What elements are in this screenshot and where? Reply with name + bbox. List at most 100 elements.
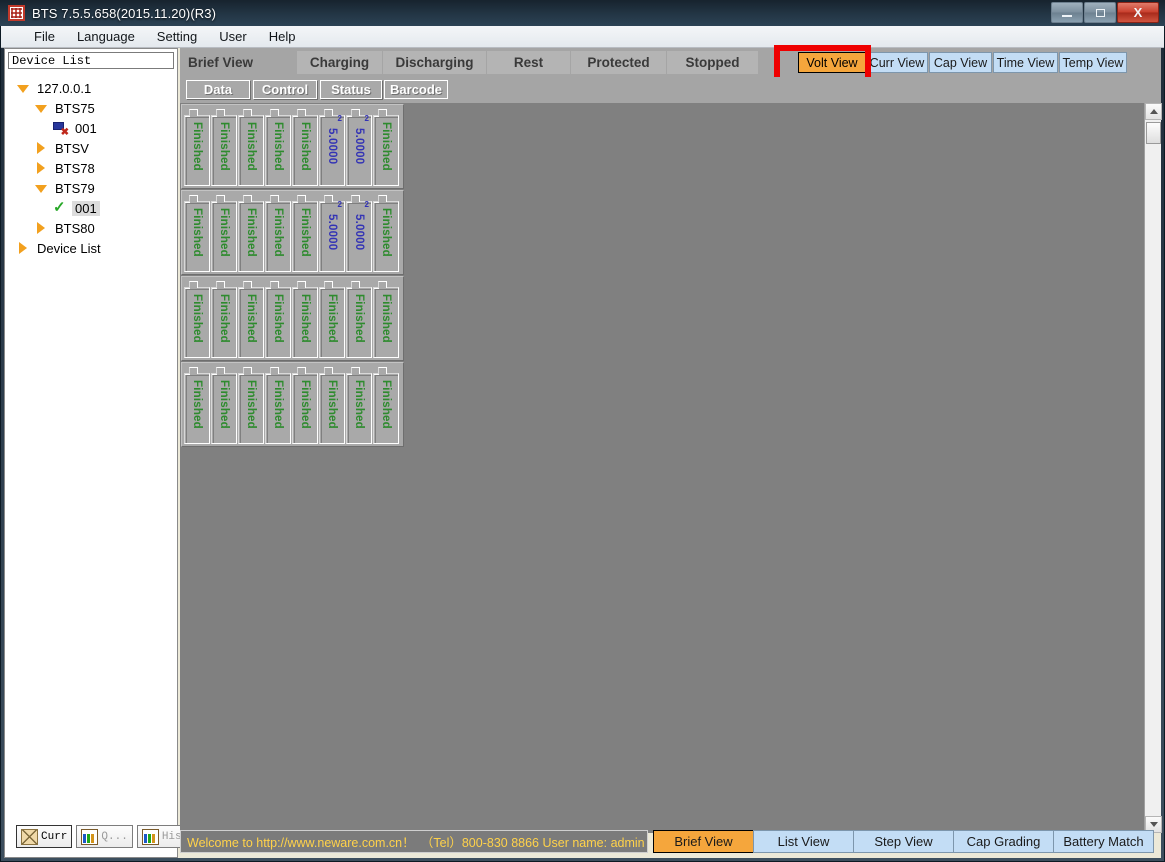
battery-cell[interactable]: Finished [292,194,318,272]
battery-cell[interactable]: Finished [211,108,237,186]
cell-label: Finished [218,380,230,429]
close-button[interactable]: X [1117,2,1159,23]
cell-text-wrap: Finished [373,366,399,444]
cell-text-wrap: Finished [373,194,399,272]
battery-cell[interactable]: Finished [292,108,318,186]
cap-view-button[interactable]: Cap View [929,52,992,73]
menu-setting[interactable]: Setting [146,27,208,46]
menu-file[interactable]: File [23,27,66,46]
status-tab-charging[interactable]: Charging [297,51,382,74]
triangle-down-icon [35,102,48,115]
cell-text-wrap: 5.0000 [319,194,345,272]
tree-item-127-0-0-1[interactable]: 127.0.0.1 [9,78,177,98]
menu-language[interactable]: Language [66,27,146,46]
battery-cell[interactable]: Finished [319,366,345,444]
cell-label: 5.0000 [353,128,365,165]
tree-item-label: BTS78 [55,160,95,176]
tree-item-bts78[interactable]: BTS78 [9,158,177,178]
battery-cell[interactable]: Finished [292,366,318,444]
cell-text-wrap: Finished [265,280,291,358]
battery-cell[interactable]: Finished [265,108,291,186]
battery-cell[interactable]: 2 5.0000 [319,194,345,272]
battery-cell[interactable]: Finished [238,108,264,186]
status-tab-rest[interactable]: Rest [487,51,570,74]
battery-cell[interactable]: Finished [184,194,210,272]
cell-label: Finished [299,208,311,257]
subtab-control[interactable]: Control [253,80,317,99]
battery-cell[interactable]: Finished [238,280,264,358]
battery-cell[interactable]: Finished [211,366,237,444]
tree-item-001[interactable]: 001 [9,118,177,138]
cell-label: Finished [299,122,311,171]
tree-item-001[interactable]: ✓ 001 [9,198,177,218]
tree-item-btsv[interactable]: BTSV [9,138,177,158]
tree-item-bts79[interactable]: BTS79 [9,178,177,198]
view-toolbar: Brief View Charging Discharging Rest Pro… [180,45,1161,90]
subtab-status[interactable]: Status [320,80,382,99]
scrollbar-thumb[interactable] [1146,122,1161,144]
battery-cell[interactable]: Finished [292,280,318,358]
battery-cell[interactable]: Finished [373,366,399,444]
battery-cell[interactable]: Finished [373,108,399,186]
battery-cell[interactable]: Finished [184,366,210,444]
menu-help[interactable]: Help [258,27,307,46]
vertical-scrollbar[interactable] [1144,103,1162,833]
battery-cell[interactable]: Finished [184,280,210,358]
scroll-up-arrow-icon[interactable] [1145,103,1162,120]
curr-view-button[interactable]: Curr View [866,52,928,73]
battery-cell[interactable]: Finished [373,280,399,358]
status-tab-protected[interactable]: Protected [571,51,666,74]
tree-item-bts80[interactable]: BTS80 [9,218,177,238]
cell-text-wrap: 5.0000 [346,108,372,186]
subtab-barcode[interactable]: Barcode [384,80,448,99]
battery-cell[interactable]: Finished [265,366,291,444]
cell-label: Finished [326,380,338,429]
triangle-right-icon [35,221,48,235]
status-tab-discharging[interactable]: Discharging [383,51,486,74]
battery-cell[interactable]: Finished [184,108,210,186]
cell-text-wrap: Finished [238,280,264,358]
battery-cell[interactable]: Finished [373,194,399,272]
sidebar-button-q[interactable]: Q... [76,825,133,848]
cell-text-wrap: Finished [346,280,372,358]
battery-cell[interactable]: 2 5.0000 [346,108,372,186]
tree-item-label: BTS79 [55,180,95,196]
cell-label: Finished [380,122,392,171]
cell-row: Finished Finished Finished Finished Finished… [181,362,404,447]
cell-text-wrap: Finished [211,194,237,272]
volt-view-button[interactable]: Volt View [798,52,866,73]
battery-cell[interactable]: Finished [238,194,264,272]
battery-cell[interactable]: Finished [346,280,372,358]
cell-text-wrap: Finished [292,108,318,186]
triangle-down-icon [35,182,48,195]
battery-cell[interactable]: Finished [211,280,237,358]
bottom-button-list-view[interactable]: List View [753,830,854,853]
temp-view-button[interactable]: Temp View [1059,52,1127,73]
tree-item-bts75[interactable]: BTS75 [9,98,177,118]
battery-cell[interactable]: 2 5.0000 [319,108,345,186]
battery-cell[interactable]: Finished [238,366,264,444]
sidebar-button-curr[interactable]: Curr [16,825,73,848]
menu-user[interactable]: User [208,27,257,46]
bottom-button-cap-grading[interactable]: Cap Grading [953,830,1054,853]
battery-cell[interactable]: Finished [265,194,291,272]
bottom-button-battery-match[interactable]: Battery Match [1053,830,1154,853]
battery-cell[interactable]: 2 5.0000 [346,194,372,272]
battery-cell[interactable]: Finished [346,366,372,444]
bottom-button-brief-view[interactable]: Brief View [653,830,754,853]
time-view-button[interactable]: Time View [993,52,1058,73]
cell-text-wrap: Finished [292,194,318,272]
maximize-button[interactable] [1084,2,1116,23]
tree-item-device-list[interactable]: Device List [9,238,177,258]
battery-cell[interactable]: Finished [211,194,237,272]
cell-text-wrap: Finished [211,108,237,186]
client-area: Device List 127.0.0.1 BTS75 001 BTSV BTS78 BT… [4,45,1162,858]
bottom-button-step-view[interactable]: Step View [853,830,954,853]
status-tab-stopped[interactable]: Stopped [667,51,758,74]
cell-text-wrap: Finished [184,366,210,444]
battery-cell[interactable]: Finished [319,280,345,358]
battery-cell[interactable]: Finished [265,280,291,358]
cell-label: Finished [191,208,203,257]
subtab-data[interactable]: Data [186,80,250,99]
minimize-button[interactable] [1051,2,1083,23]
